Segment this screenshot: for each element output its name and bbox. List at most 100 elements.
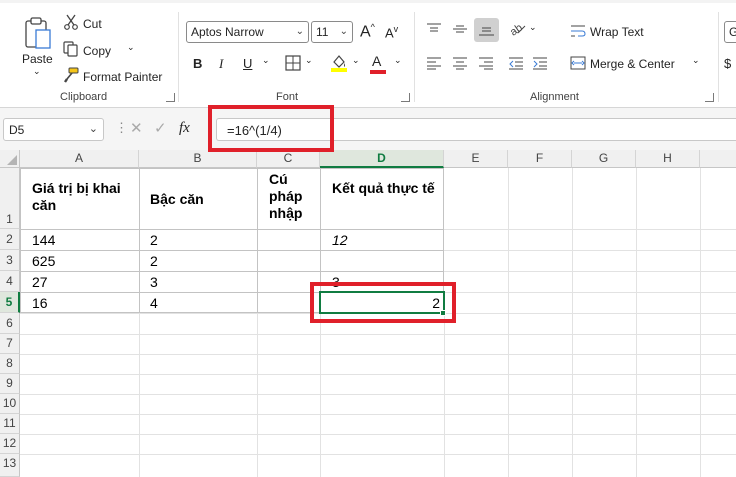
row-header-11[interactable]: 11 [0, 414, 20, 434]
decrease-font-size-button[interactable]: Av [385, 24, 398, 40]
cell-a5[interactable]: 16 [32, 295, 48, 311]
row-header-3[interactable]: 3 [0, 250, 20, 271]
paste-button-label[interactable]: Paste [22, 52, 53, 66]
column-header-a[interactable]: A [20, 150, 139, 168]
underline-button[interactable]: U [243, 56, 252, 71]
currency-format-icon[interactable]: $ [724, 56, 731, 71]
cell-a2[interactable]: 144 [32, 232, 55, 248]
orientation-icon[interactable]: ab [508, 20, 526, 39]
italic-button[interactable]: I [219, 56, 223, 72]
cell-b4[interactable]: 3 [150, 274, 158, 290]
merge-center-dropdown-icon[interactable]: ⌄ [692, 55, 700, 66]
cut-button[interactable]: Cut [83, 17, 102, 31]
select-all-button[interactable] [0, 150, 20, 168]
wrap-text-icon[interactable] [570, 24, 586, 38]
row-header-6[interactable]: 6 [0, 313, 20, 334]
group-divider [178, 12, 179, 102]
row-header-13[interactable]: 13 [0, 454, 20, 477]
row-header-10[interactable]: 10 [0, 394, 20, 414]
font-size-combo[interactable]: 11 ⌄ [311, 21, 353, 43]
borders-dropdown-icon[interactable]: ⌄ [305, 55, 313, 66]
row-number: 12 [2, 436, 17, 450]
increase-font-size-button[interactable]: A^ [360, 22, 375, 41]
column-header-next[interactable] [700, 150, 736, 168]
cell-d1[interactable]: Kết quả thực tế [332, 180, 440, 197]
font-dialog-launcher[interactable] [401, 93, 410, 102]
align-top-icon[interactable] [426, 22, 442, 36]
gridline [508, 168, 509, 477]
row-header-12[interactable]: 12 [0, 434, 20, 454]
cancel-icon[interactable]: ✕ [130, 119, 143, 137]
borders-icon[interactable] [285, 55, 301, 71]
column-header-f[interactable]: F [508, 150, 572, 168]
cell-d2[interactable]: 12 [332, 232, 348, 248]
align-left-icon[interactable] [426, 56, 442, 70]
column-header-g[interactable]: G [572, 150, 636, 168]
format-painter-icon[interactable] [63, 67, 79, 83]
underline-dropdown-icon[interactable]: ⌄ [262, 55, 270, 66]
font-color-button[interactable]: A [372, 53, 381, 69]
bold-button[interactable]: B [193, 56, 202, 71]
copy-button[interactable]: Copy [83, 44, 111, 58]
align-middle-icon[interactable] [452, 22, 468, 36]
clipboard-dialog-launcher[interactable] [166, 93, 175, 102]
merge-center-button[interactable]: Merge & Center [590, 57, 675, 71]
chevron-down-icon[interactable]: ⌄ [296, 26, 304, 37]
cell-a3[interactable]: 625 [32, 253, 55, 269]
align-right-icon[interactable] [478, 56, 494, 70]
cell-c1[interactable]: Cú pháp nhập [269, 171, 317, 222]
row-header-1[interactable]: 1 [0, 168, 20, 229]
font-size-value: 11 [316, 25, 329, 39]
cell-b5[interactable]: 4 [150, 295, 158, 311]
font-color-dropdown-icon[interactable]: ⌄ [394, 55, 402, 66]
more-options-icon[interactable]: ⋮ [115, 120, 128, 136]
cell-b2[interactable]: 2 [150, 232, 158, 248]
column-header-e[interactable]: E [444, 150, 508, 168]
name-box-value: D5 [9, 123, 25, 137]
align-bottom-button[interactable] [474, 18, 499, 42]
row-header-7[interactable]: 7 [0, 334, 20, 354]
font-name-combo[interactable]: Aptos Narrow ⌄ [186, 21, 309, 43]
copy-icon[interactable] [63, 41, 79, 57]
row-number: 4 [6, 274, 13, 288]
ribbon-top-edge [0, 0, 736, 3]
row-header-4[interactable]: 4 [0, 271, 20, 292]
align-center-icon[interactable] [452, 56, 468, 70]
table-border [20, 168, 444, 169]
copy-dropdown-icon[interactable]: ⌄ [127, 42, 135, 53]
decrease-indent-icon[interactable] [508, 56, 524, 70]
name-box[interactable]: D5 ⌄ [3, 118, 104, 141]
column-header-h[interactable]: H [636, 150, 700, 168]
column-header-b[interactable]: B [139, 150, 257, 168]
font-group-label: Font [276, 91, 299, 103]
cut-icon[interactable] [63, 14, 79, 30]
number-format-combo[interactable]: G [724, 21, 736, 43]
fill-color-icon[interactable] [330, 53, 348, 73]
wrap-text-button[interactable]: Wrap Text [590, 25, 644, 39]
merge-center-icon[interactable] [570, 56, 586, 70]
fill-color-swatch [331, 68, 347, 72]
column-header-d[interactable]: D [320, 150, 444, 168]
chevron-down-icon[interactable]: ⌄ [89, 122, 98, 135]
row-header-2[interactable]: 2 [0, 229, 20, 250]
cell-a1[interactable]: Giá trị bị khai căn [32, 180, 136, 214]
orientation-dropdown-icon[interactable]: ⌄ [529, 22, 537, 33]
column-header-c[interactable]: C [257, 150, 320, 168]
row-header-5[interactable]: 5 [0, 292, 20, 313]
insert-function-button[interactable]: fx [179, 120, 190, 137]
row-header-8[interactable]: 8 [0, 354, 20, 374]
alignment-dialog-launcher[interactable] [705, 93, 714, 102]
row-header-9[interactable]: 9 [0, 374, 20, 394]
increase-indent-icon[interactable] [532, 56, 548, 70]
cell-b3[interactable]: 2 [150, 253, 158, 269]
table-border [20, 271, 444, 272]
number-format-value: G [729, 25, 736, 39]
chevron-down-icon[interactable]: ⌄ [340, 26, 348, 37]
paste-icon[interactable] [24, 16, 52, 50]
cell-a4[interactable]: 27 [32, 274, 48, 290]
format-painter-button[interactable]: Format Painter [83, 70, 162, 84]
fill-color-dropdown-icon[interactable]: ⌄ [352, 55, 360, 66]
paste-dropdown-icon[interactable]: ⌄ [33, 66, 41, 77]
cell-b1[interactable]: Bậc căn [150, 191, 254, 208]
enter-icon[interactable]: ✓ [154, 119, 167, 137]
